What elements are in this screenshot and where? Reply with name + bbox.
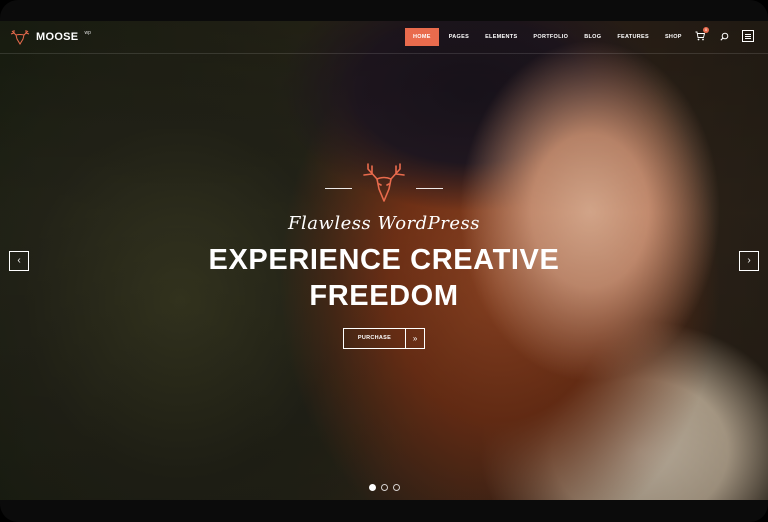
hero-slider: MOOSE wp HOME PAGES ELEMENTS PORTFOLIO B… (0, 21, 768, 500)
cart-count-badge: 0 (703, 27, 709, 33)
nav-item-pages[interactable]: PAGES (441, 28, 477, 46)
search-button[interactable] (718, 30, 730, 42)
logo[interactable]: MOOSE wp (9, 29, 91, 45)
cart-button[interactable]: 0 (694, 27, 709, 42)
menu-icon (745, 33, 751, 35)
purchase-button[interactable]: PURCHASE » (342, 328, 426, 349)
nav-item-features[interactable]: FEATURES (609, 28, 657, 46)
deer-emblem-icon (363, 163, 405, 202)
divider-left (325, 187, 352, 189)
slider-pagination (369, 484, 400, 491)
nav-item-shop[interactable]: SHOP (657, 28, 690, 46)
hero-headline-line1: EXPERIENCE CREATIVE (208, 244, 560, 276)
hero-tagline: Flawless WordPress (287, 213, 481, 234)
header-icons: 0 (694, 27, 754, 42)
slide-dot-2[interactable] (381, 484, 388, 491)
nav-item-elements[interactable]: ELEMENTS (477, 28, 525, 46)
double-chevron-right-icon: » (412, 334, 418, 343)
navbar: MOOSE wp HOME PAGES ELEMENTS PORTFOLIO B… (0, 21, 768, 54)
brand-sup: wp (84, 30, 91, 36)
hero-emblem (0, 161, 768, 207)
slide-dot-3[interactable] (393, 484, 400, 491)
nav-item-home[interactable]: HOME (405, 28, 439, 46)
divider-right (416, 187, 443, 189)
menu-button[interactable] (742, 30, 754, 42)
main-menu: HOME PAGES ELEMENTS PORTFOLIO BLOG FEATU… (405, 28, 690, 46)
hero-headline-line2: FREEDOM (309, 280, 459, 312)
browser-frame: MOOSE wp HOME PAGES ELEMENTS PORTFOLIO B… (0, 0, 768, 522)
brand-name: MOOSE (36, 31, 79, 43)
search-icon (719, 32, 728, 41)
purchase-button-label: PURCHASE (344, 329, 407, 348)
slide-dot-1[interactable] (369, 484, 376, 491)
hero-content: Flawless WordPress EXPERIENCE CREATIVE F… (0, 161, 768, 349)
nav-item-blog[interactable]: BLOG (576, 28, 609, 46)
nav-item-portfolio[interactable]: PORTFOLIO (525, 28, 576, 46)
deer-logo-icon (10, 30, 30, 45)
